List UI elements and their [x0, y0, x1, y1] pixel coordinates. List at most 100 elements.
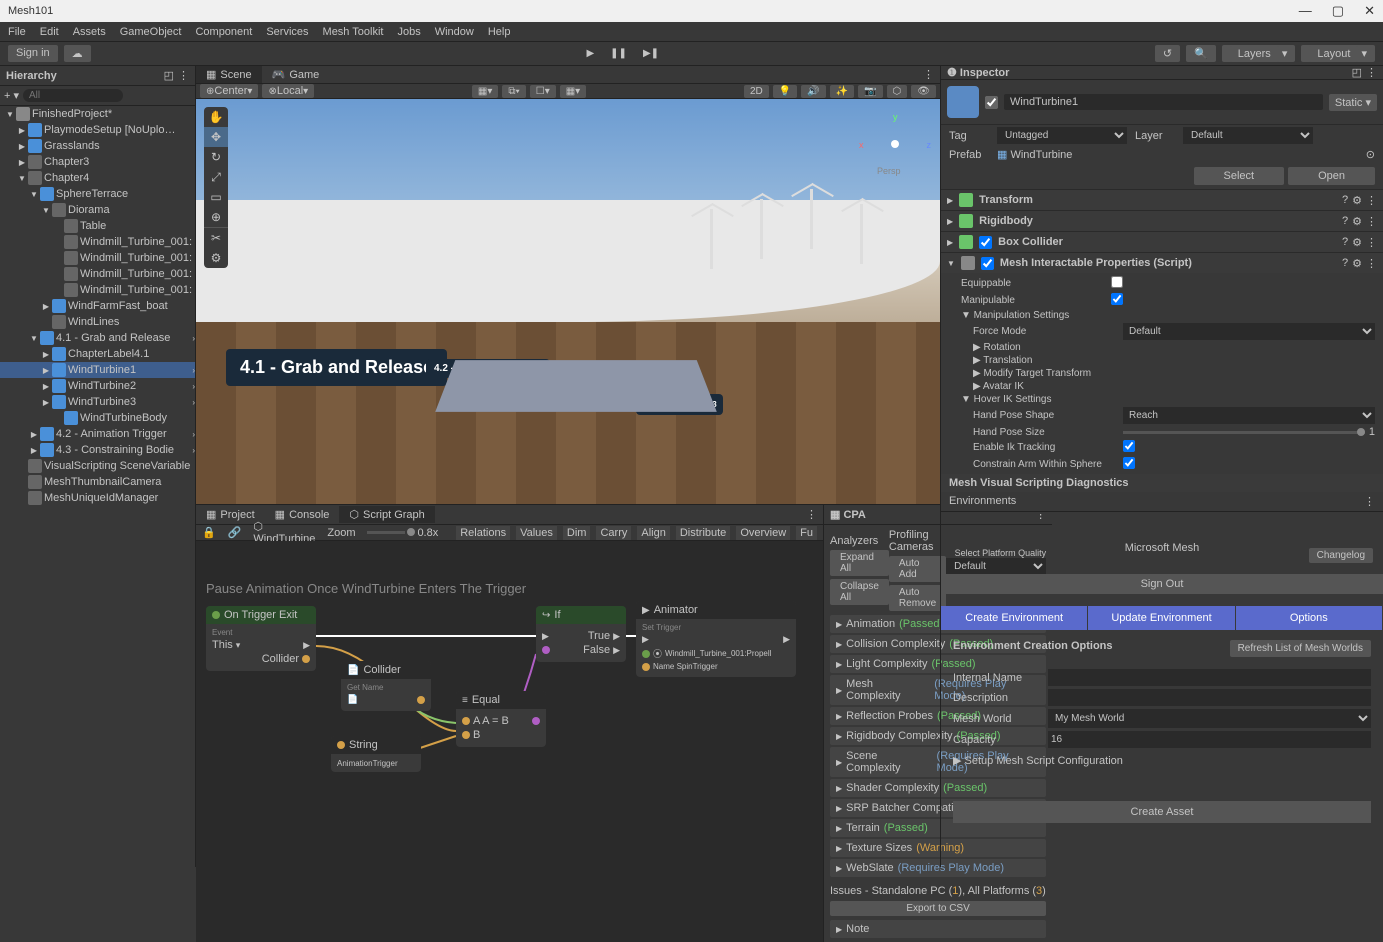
preset-icon[interactable]: ⚙ [1352, 194, 1362, 207]
undo-history-icon[interactable]: ↺ [1155, 45, 1180, 62]
maximize-icon[interactable]: ◰ [164, 69, 174, 82]
menu-edit[interactable]: Edit [40, 26, 59, 38]
tab-game[interactable]: 🎮Game [262, 66, 330, 83]
hierarchy-item[interactable]: WindLines [0, 314, 195, 330]
active-checkbox[interactable] [985, 96, 998, 109]
gameobject-name[interactable]: WindTurbine1 [1004, 94, 1323, 110]
tool-button[interactable]: ☐▾ [530, 85, 556, 98]
graph-opt-fu[interactable]: Fu [796, 526, 817, 540]
menu-icon[interactable]: ⋮ [800, 508, 823, 521]
hierarchy-item[interactable]: Windmill_Turbine_001: [0, 234, 195, 250]
graph-opt-values[interactable]: Values [516, 526, 557, 540]
camera-icon[interactable]: 📷 [858, 85, 882, 98]
select-button[interactable]: Select [1194, 167, 1285, 185]
menu-file[interactable]: File [8, 26, 26, 38]
hierarchy-item[interactable]: ▶PlaymodeSetup [NoUplo… [0, 122, 195, 138]
force-mode-select[interactable]: Default [1123, 323, 1375, 340]
node-if[interactable]: ↪ If ▶True ▶ False ▶ [536, 606, 626, 662]
hierarchy-item[interactable]: VisualScripting SceneVariable [0, 458, 195, 474]
lock-icon[interactable]: 🔒 [202, 526, 216, 539]
menu-component[interactable]: Component [195, 26, 252, 38]
setup-config-row[interactable]: ▶ Setup Mesh Script Configuration [953, 754, 1371, 767]
node-trigger-exit[interactable]: On Trigger Exit Event This ▾▶ Collider [206, 606, 316, 671]
step-button[interactable]: ▶❚ [637, 46, 665, 61]
menu-assets[interactable]: Assets [73, 26, 106, 38]
component-header[interactable]: ▶Rigidbody?⚙⋮ [941, 211, 1383, 231]
menu-mesh-toolkit[interactable]: Mesh Toolkit [323, 26, 384, 38]
export-csv-button[interactable]: Export to CSV [830, 901, 1046, 916]
fx-icon[interactable]: ✨ [830, 85, 854, 98]
layout-dropdown[interactable]: Layout ▾ [1301, 45, 1375, 62]
component-header[interactable]: ▼Mesh Interactable Properties (Script)?⚙… [941, 253, 1383, 273]
maximize-icon[interactable]: ◰ [1352, 66, 1362, 79]
rect-tool[interactable]: ▭ [204, 187, 228, 207]
rotate-tool[interactable]: ↻ [204, 147, 228, 167]
menu-jobs[interactable]: Jobs [397, 26, 420, 38]
node-get-name[interactable]: 📄 Collider Get Name 📄 [341, 661, 431, 711]
hierarchy-item[interactable]: ▶Grasslands [0, 138, 195, 154]
node-equal[interactable]: ≡ Equal A A = B B [456, 691, 546, 747]
collapse-all-button[interactable]: Collapse All [830, 579, 889, 605]
manipulable-check[interactable] [1111, 293, 1123, 305]
help-icon[interactable]: ? [1342, 194, 1348, 207]
scene-gizmo[interactable]: y z x Persp [865, 114, 925, 174]
hierarchy-item[interactable]: MeshThumbnailCamera [0, 474, 195, 490]
menu-icon[interactable]: ⋮ [1366, 194, 1377, 207]
close-button[interactable]: ✕ [1364, 3, 1375, 19]
hierarchy-item[interactable]: ▼Diorama [0, 202, 195, 218]
diagnostics-header[interactable]: Mesh Visual Scripting Diagnostics [941, 474, 1383, 492]
2d-button[interactable]: 2D [744, 85, 769, 98]
tab-script-graph[interactable]: ⬡ Script Graph [339, 506, 434, 523]
prefab-find-icon[interactable]: ⊙ [1366, 148, 1375, 161]
create-env-button[interactable]: Create Environment [941, 606, 1088, 630]
scene-view[interactable]: 4.1 - Grab and Release 4.2 - Animation T… [196, 99, 940, 504]
hierarchy-item[interactable]: ▶Chapter3 [0, 154, 195, 170]
graph-opt-dim[interactable]: Dim [563, 526, 591, 540]
constrain-arm-check[interactable] [1123, 457, 1135, 469]
preset-icon[interactable]: ⚙ [1352, 215, 1362, 228]
signin-button[interactable]: Sign in [8, 45, 58, 62]
note-row[interactable]: ▶Note [830, 920, 1046, 938]
graph-opt-distribute[interactable]: Distribute [676, 526, 730, 540]
internal-name-input[interactable] [1048, 669, 1371, 686]
graph-opt-overview[interactable]: Overview [736, 526, 790, 540]
search-icon[interactable]: 🔍 [1186, 45, 1216, 62]
hierarchy-item[interactable]: ▶WindTurbine3› [0, 394, 195, 410]
maximize-button[interactable]: ▢ [1332, 3, 1344, 19]
node-string[interactable]: String AnimationTrigger [331, 736, 421, 772]
transform-tool[interactable]: ⊕ [204, 207, 228, 227]
node-set-trigger[interactable]: ▶ Animator Set Trigger ▶▶ ⦿Windmill_Turb… [636, 601, 796, 677]
hierarchy-item[interactable]: MeshUniqueIdManager [0, 490, 195, 506]
menu-icon[interactable]: ⋮ [1366, 66, 1377, 79]
custom-tool-2[interactable]: ⚙ [204, 248, 228, 268]
help-icon[interactable]: ? [1342, 236, 1348, 249]
hierarchy-item[interactable]: Table [0, 218, 195, 234]
menu-icon[interactable]: ⋮ [1366, 257, 1377, 270]
cloud-icon[interactable]: ☁ [64, 45, 91, 62]
menu-icon[interactable]: ⋮ [1366, 236, 1377, 249]
open-button[interactable]: Open [1288, 167, 1375, 185]
hierarchy-item[interactable]: ▼SphereTerrace [0, 186, 195, 202]
capacity-input[interactable] [1048, 731, 1371, 748]
snap-button[interactable]: ⧉▾ [502, 85, 525, 98]
hierarchy-item[interactable]: WindTurbineBody [0, 410, 195, 426]
menu-icon[interactable]: ⋮ [1364, 495, 1375, 508]
light-icon[interactable]: 💡 [773, 85, 797, 98]
gizmo-icon[interactable]: ⬡ [887, 85, 908, 98]
help-icon[interactable]: ? [1342, 215, 1348, 228]
menu-gameobject[interactable]: GameObject [120, 26, 182, 38]
tab-scene[interactable]: ▦Scene [196, 66, 262, 83]
graph-opt-align[interactable]: Align [637, 526, 669, 540]
static-dropdown[interactable]: Static ▾ [1329, 94, 1377, 111]
local-button[interactable]: ⊗Local▾ [262, 84, 314, 98]
hierarchy-item[interactable]: ▶WindTurbine1› [0, 362, 195, 378]
options-button[interactable]: Options [1236, 606, 1383, 630]
scale-tool[interactable]: ⤢ [204, 167, 228, 187]
auto-add-button[interactable]: Auto Add [889, 556, 946, 582]
layers-dropdown[interactable]: Layers ▾ [1222, 45, 1296, 62]
grid-button[interactable]: ▦▾ [472, 85, 498, 98]
update-env-button[interactable]: Update Environment [1088, 606, 1235, 630]
preset-icon[interactable]: ⚙ [1352, 236, 1362, 249]
vis-icon[interactable]: 👁 [911, 85, 936, 98]
hierarchy-search[interactable] [23, 89, 123, 102]
